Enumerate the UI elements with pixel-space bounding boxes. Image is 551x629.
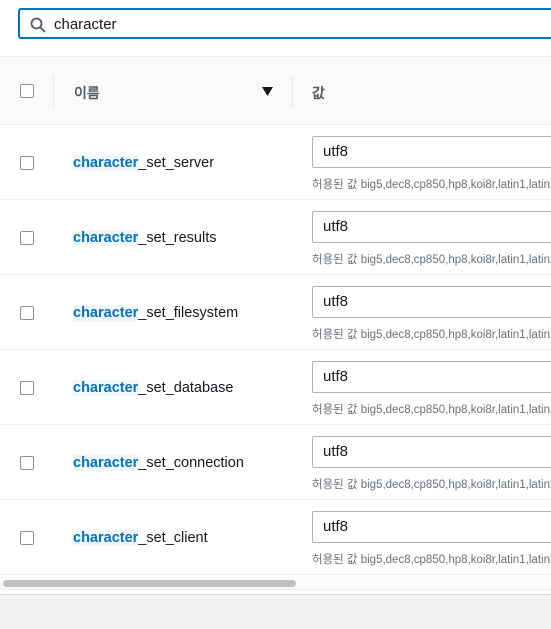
allowed-values-hint: 허용된 값 big5,dec8,cp850,hp8,koi8r,latin1,l… (312, 326, 551, 342)
parameter-name: character_set_connection (73, 455, 244, 471)
parameter-value-input[interactable]: utf8 (312, 511, 551, 543)
column-header-name[interactable]: 이름 (74, 83, 100, 103)
parameter-value: utf8 (323, 518, 349, 535)
table-row: character_set_filesystem utf8 허용된 값 big5,d… (0, 275, 551, 350)
parameter-value: utf8 (323, 443, 349, 460)
table-row: character_set_client utf8 허용된 값 big5,dec8,… (0, 500, 551, 575)
allowed-values-hint: 허용된 값 big5,dec8,cp850,hp8,koi8r,latin1,l… (312, 476, 551, 492)
hint-prefix: 허용된 값 (312, 179, 358, 191)
parameter-value-input[interactable]: utf8 (312, 361, 551, 393)
parameter-name: character_set_database (73, 380, 233, 396)
hint-prefix: 허용된 값 (312, 329, 358, 341)
parameter-name: character_set_server (73, 155, 214, 171)
row-checkbox[interactable] (20, 531, 34, 545)
parameter-name-suffix: _set_connection (138, 455, 244, 471)
parameter-name: character_set_filesystem (73, 305, 238, 321)
parameter-name-suffix: _set_database (138, 380, 234, 396)
parameter-value-input[interactable]: utf8 (312, 286, 551, 318)
search-match-highlight: character (73, 530, 139, 546)
parameter-value: utf8 (323, 218, 349, 235)
search-match-highlight: character (73, 455, 139, 471)
hint-prefix: 허용된 값 (312, 554, 358, 566)
parameter-name: character_set_results (73, 230, 216, 246)
parameter-value: utf8 (323, 293, 349, 310)
allowed-values-hint: 허용된 값 big5,dec8,cp850,hp8,koi8r,latin1,l… (312, 401, 551, 417)
allowed-values: big5,dec8,cp850,hp8,koi8r,latin1,latin2 (360, 404, 551, 416)
row-checkbox[interactable] (20, 456, 34, 470)
row-checkbox[interactable] (20, 306, 34, 320)
allowed-values: big5,dec8,cp850,hp8,koi8r,latin1,latin2 (360, 554, 551, 566)
search-match-highlight: character (73, 305, 139, 321)
allowed-values: big5,dec8,cp850,hp8,koi8r,latin1,latin2 (360, 254, 551, 266)
search-match-highlight: character (73, 155, 139, 171)
search-match-highlight: character (73, 230, 139, 246)
table-row: character_set_database utf8 허용된 값 big5,dec… (0, 350, 551, 425)
allowed-values-hint: 허용된 값 big5,dec8,cp850,hp8,koi8r,latin1,l… (312, 251, 551, 267)
parameter-value: utf8 (323, 368, 349, 385)
allowed-values: big5,dec8,cp850,hp8,koi8r,latin1,latin2 (360, 479, 551, 491)
row-checkbox[interactable] (20, 231, 34, 245)
parameter-name-suffix: _set_server (138, 155, 215, 171)
column-divider (53, 75, 54, 107)
parameter-name: character_set_client (73, 530, 208, 546)
search-match-highlight: character (73, 380, 139, 396)
hint-prefix: 허용된 값 (312, 479, 358, 491)
sort-descending-icon[interactable] (262, 87, 273, 96)
table-row: character_set_server utf8 허용된 값 big5,dec8,… (0, 125, 551, 200)
parameter-name-suffix: _set_filesystem (138, 305, 239, 321)
parameter-value-input[interactable]: utf8 (312, 136, 551, 168)
table-row: character_set_connection utf8 허용된 값 big5,d… (0, 425, 551, 500)
hint-prefix: 허용된 값 (312, 254, 358, 266)
table-header: 이름 값 (0, 56, 551, 125)
hint-prefix: 허용된 값 (312, 404, 358, 416)
scrollbar-thumb[interactable] (3, 580, 296, 587)
allowed-values-hint: 허용된 값 big5,dec8,cp850,hp8,koi8r,latin1,l… (312, 176, 551, 192)
table-row: character_set_results utf8 허용된 값 big5,dec8… (0, 200, 551, 275)
allowed-values: big5,dec8,cp850,hp8,koi8r,latin1,latin2 (360, 329, 551, 341)
column-divider (292, 75, 293, 107)
parameter-value-input[interactable]: utf8 (312, 211, 551, 243)
parameter-value: utf8 (323, 143, 349, 160)
parameter-name-suffix: _set_client (138, 530, 208, 546)
column-header-value: 값 (312, 85, 325, 101)
search-value: character (54, 16, 117, 33)
select-all-checkbox[interactable] (20, 84, 34, 98)
allowed-values: big5,dec8,cp850,hp8,koi8r,latin1,latin2 (360, 179, 551, 191)
search-input[interactable]: character (18, 8, 551, 39)
row-checkbox[interactable] (20, 156, 34, 170)
allowed-values-hint: 허용된 값 big5,dec8,cp850,hp8,koi8r,latin1,l… (312, 551, 551, 567)
parameter-value-input[interactable]: utf8 (312, 436, 551, 468)
row-checkbox[interactable] (20, 381, 34, 395)
search-icon (30, 17, 46, 33)
parameter-name-suffix: _set_results (138, 230, 217, 246)
footer-bar (0, 594, 551, 629)
